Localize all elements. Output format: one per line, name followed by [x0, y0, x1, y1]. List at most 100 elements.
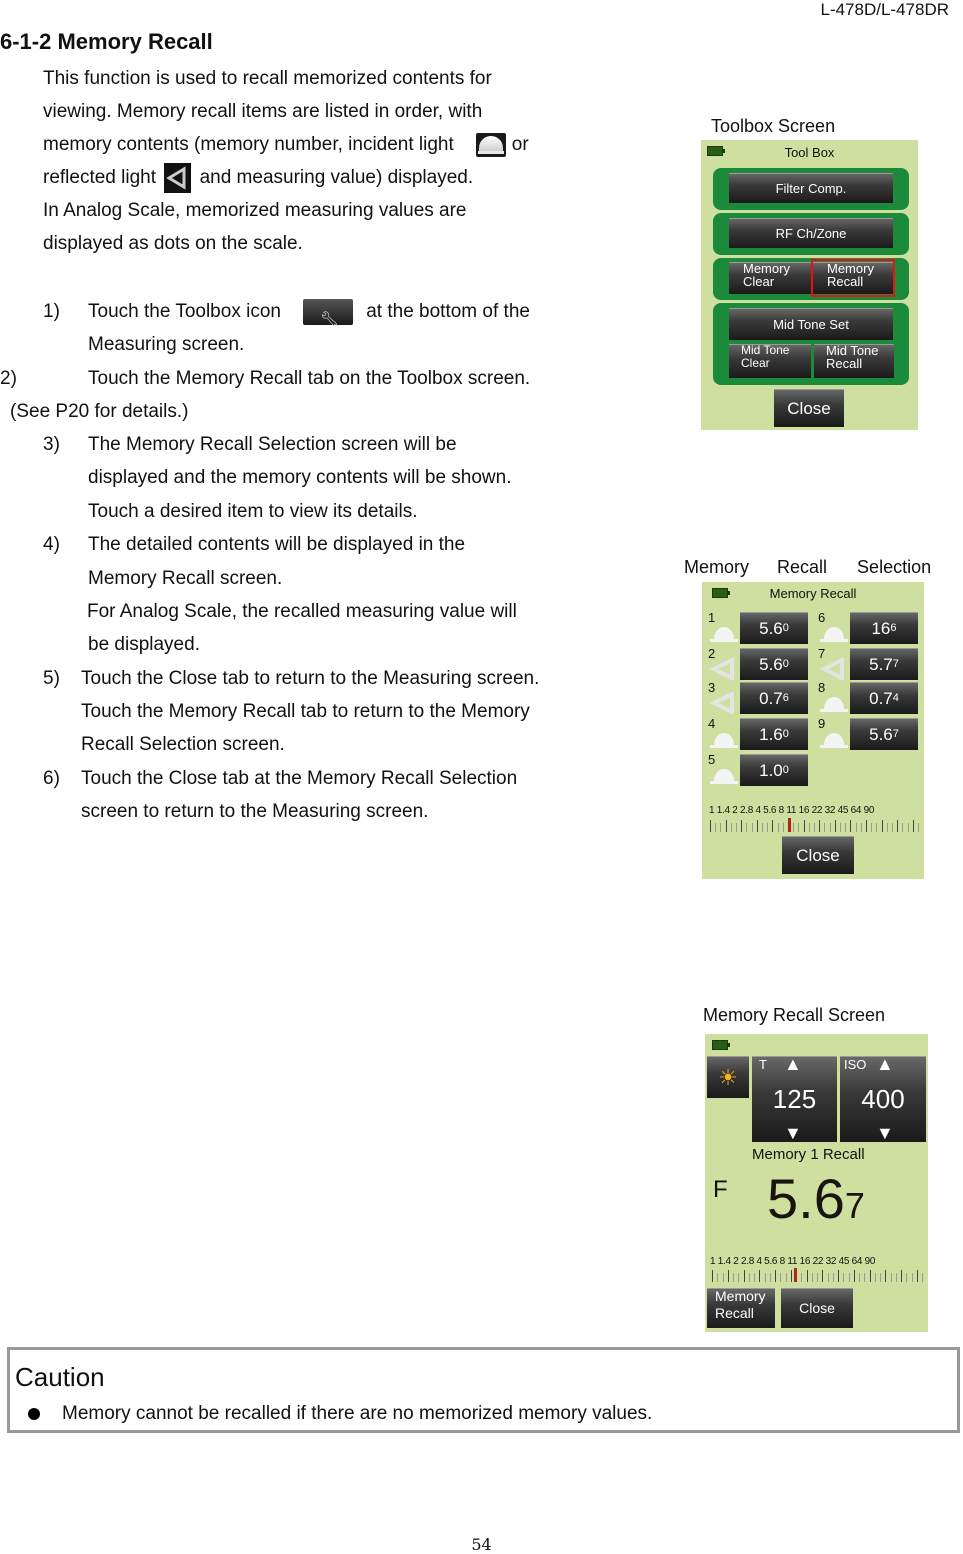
incident-light-icon	[475, 132, 506, 157]
chevron-up-icon[interactable]: ▲	[784, 1055, 802, 1073]
scale-tick	[759, 1270, 761, 1282]
recall-close-button[interactable]: Close	[781, 1288, 853, 1328]
chevron-up-icon[interactable]: ▲	[876, 1055, 894, 1073]
selection-close-button[interactable]: Close	[782, 836, 854, 874]
caption-word: Recall	[777, 557, 828, 577]
scale-tick	[772, 820, 774, 832]
scale-tick	[864, 1273, 866, 1282]
incident-light-icon	[708, 728, 740, 750]
button-label: Recall	[826, 356, 863, 371]
step-4: The detailed contents will be displayed …	[88, 534, 466, 555]
memory-value: 0.7	[869, 688, 893, 708]
scale-tick	[727, 1270, 729, 1282]
chevron-down-icon[interactable]: ▼	[876, 1124, 894, 1142]
incident-light-icon	[708, 622, 740, 644]
scale-tick	[806, 1270, 808, 1282]
intro-line: In Analog Scale, memorized measuring val…	[43, 200, 467, 221]
memory-value-sub: 6	[782, 691, 789, 704]
intro-line: memory contents (memory number, incident…	[43, 128, 529, 161]
step-text: at the bottom of the	[366, 301, 530, 322]
scale-tick	[764, 1273, 766, 1282]
step-5: Touch the Close tab to return to the Mea…	[81, 668, 540, 689]
step-5-cont: Recall Selection screen.	[81, 734, 285, 755]
scale-tick	[827, 1273, 829, 1282]
toolbox-close-button[interactable]: Close	[774, 389, 844, 427]
scale-tick	[746, 823, 748, 832]
iso-control[interactable]: ISO ▲ 400 ▼	[840, 1055, 926, 1142]
reflected-light-icon	[818, 656, 850, 682]
scale-tick	[845, 823, 847, 832]
step-3-cont: displayed and the memory contents will b…	[88, 467, 512, 488]
t-shutter-control[interactable]: T ▲ 125 ▼	[752, 1055, 837, 1142]
scale-tick	[850, 820, 852, 832]
memory-item-button[interactable]: 5.6 7	[850, 718, 918, 750]
memory-item-button[interactable]: 1.0 0	[740, 754, 808, 786]
step-1-cont: Measuring screen.	[88, 334, 245, 355]
scale-tick	[848, 1273, 850, 1282]
memory-item-button[interactable]: 5.6 0	[740, 612, 808, 644]
memory-item-button[interactable]: 5.6 0	[740, 648, 808, 680]
memory-value: 1.6	[759, 724, 783, 744]
step-3-cont: Touch a desired item to view its details…	[88, 501, 418, 522]
toolbox-screen-caption: Toolbox Screen	[711, 116, 836, 136]
scale-tick	[780, 1273, 782, 1282]
intro-line: displayed as dots on the scale.	[43, 233, 303, 254]
reflected-light-icon	[164, 162, 192, 193]
memory-recall-screen: ☀ T ▲ 125 ▼ ISO ▲ 400 ▼ Memory 1 Recall …	[705, 1034, 928, 1332]
scale-tick	[890, 1273, 892, 1282]
scale-tick	[824, 823, 826, 832]
chevron-down-icon[interactable]: ▼	[784, 1124, 802, 1142]
caution-box: Caution Memory cannot be recalled if the…	[7, 1347, 960, 1433]
scale-tick	[885, 1270, 887, 1282]
scale-tick	[769, 1273, 771, 1282]
memory-value-sub: 7	[892, 657, 899, 670]
t-label: T	[759, 1057, 767, 1072]
scale-tick	[782, 823, 784, 832]
memory-item-button[interactable]: 1.6 0	[740, 718, 808, 750]
button-label: Clear	[741, 356, 770, 370]
step-5-cont: Touch the Memory Recall tab to return to…	[81, 701, 530, 722]
mode-button[interactable]: ☀	[707, 1056, 749, 1098]
battery-icon	[712, 1040, 730, 1050]
rf-ch-zone-button[interactable]: RF Ch/Zone	[729, 218, 893, 248]
scale-tick	[881, 820, 883, 832]
analog-scale	[710, 818, 920, 832]
scale-tick	[922, 1273, 923, 1282]
step-2-num: 2)	[0, 368, 17, 389]
memory-value-sub: 4	[892, 691, 899, 704]
memory-value-sub: 0	[782, 657, 789, 670]
model-number: L-478D/L-478DR	[820, 0, 949, 19]
memory-recall-button[interactable]: Memory Recall	[707, 1288, 775, 1328]
scale-tick	[748, 1273, 750, 1282]
memory-item-button[interactable]: 0.7 6	[740, 682, 808, 714]
mid-tone-set-button[interactable]: Mid Tone Set	[729, 308, 893, 340]
scale-tick	[876, 823, 878, 832]
selection-caption: Memory Recall Selection	[684, 557, 931, 578]
sun-icon: ☀	[718, 1064, 738, 1090]
step-6-cont: screen to return to the Measuring screen…	[81, 801, 429, 822]
step-4-num: 4)	[43, 534, 60, 555]
recall-screen-caption: Memory Recall Screen	[703, 1005, 886, 1025]
scale-tick	[715, 823, 717, 832]
scale-tick	[817, 1273, 818, 1282]
scale-tick	[733, 1273, 734, 1282]
mid-tone-recall-button[interactable]: Mid Tone Recall	[814, 344, 894, 378]
scale-tick	[871, 823, 873, 832]
intro-line: reflected light and measuring value) dis…	[43, 161, 529, 194]
scale-tick	[738, 1273, 740, 1282]
memory-item-button[interactable]: 5.7 7	[850, 648, 918, 680]
memory-value: 5.7	[869, 654, 893, 674]
memory-recall-highlight	[811, 259, 895, 297]
scale-tick	[767, 823, 769, 832]
memory-item-button[interactable]: 16 6	[850, 612, 918, 644]
memory-item-button[interactable]: 0.7 4	[850, 682, 918, 714]
selection-title: Memory Recall	[769, 586, 857, 601]
filter-comp-button[interactable]: Filter Comp.	[729, 173, 893, 203]
scale-tick	[907, 823, 909, 832]
scale-tick	[814, 823, 815, 832]
memory-clear-button[interactable]: Memory Clear	[729, 262, 813, 294]
scale-tick	[897, 820, 899, 832]
caption-word: Memory	[684, 557, 750, 577]
scale-tick	[725, 820, 727, 832]
mid-tone-clear-button[interactable]: Mid Tone Clear	[729, 344, 811, 378]
